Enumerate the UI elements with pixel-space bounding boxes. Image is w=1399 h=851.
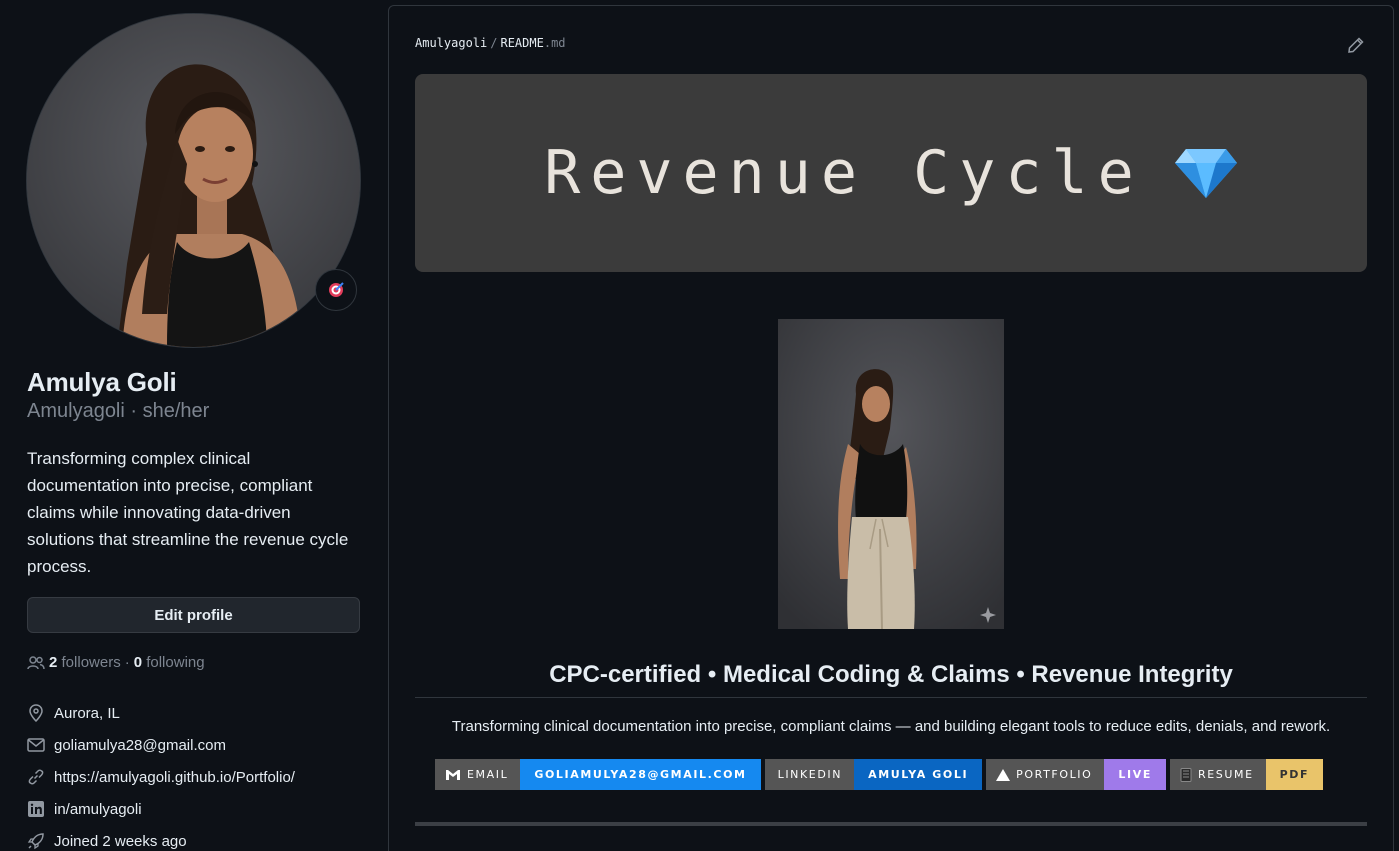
- target-emoji-icon: [329, 282, 344, 297]
- gem-icon: [1174, 149, 1237, 198]
- email-item[interactable]: goliamulya28@gmail.com: [27, 729, 295, 761]
- section-divider: [415, 822, 1367, 826]
- readme-file-ext: .md: [543, 36, 566, 50]
- email-badge-label-part: EMAIL: [435, 759, 521, 790]
- followers-label: followers: [61, 654, 121, 671]
- portfolio-badge[interactable]: PORTFOLIO LIVE: [986, 759, 1166, 790]
- people-icon: [27, 655, 45, 669]
- followers-link[interactable]: 2 followers: [49, 654, 121, 671]
- readme-breadcrumb: Amulyagoli / README.md: [415, 36, 566, 50]
- readme-portrait-image: [778, 319, 1004, 629]
- resume-badge[interactable]: RESUME PDF: [1169, 759, 1324, 790]
- readme-owner-link[interactable]: Amulyagoli: [415, 36, 487, 50]
- breadcrumb-separator: /: [490, 36, 498, 50]
- followers-count: 2: [49, 654, 58, 671]
- edit-readme-button[interactable]: [1347, 36, 1367, 56]
- mail-icon: [27, 736, 45, 754]
- rocket-icon: [27, 832, 45, 850]
- readme-subtagline: Transforming clinical documentation into…: [451, 718, 1331, 735]
- profile-name: Amulya Goli: [27, 367, 177, 397]
- location-pin-icon: [27, 704, 45, 722]
- following-label: following: [146, 654, 205, 671]
- badge-row: EMAIL GOLIAMULYA28@GMAIL.COM LINKEDIN AM…: [435, 759, 1324, 790]
- status-button[interactable]: [315, 269, 357, 311]
- location-text: Aurora, IL: [54, 704, 120, 722]
- location-item: Aurora, IL: [27, 697, 295, 729]
- joined-text: Joined 2 weeks ago: [54, 832, 187, 850]
- readme-icon: [1180, 767, 1192, 782]
- avatar-container: [26, 13, 361, 348]
- avatar-portrait: [27, 14, 360, 347]
- linkedin-link[interactable]: in/amulyagoli: [54, 801, 142, 818]
- profile-handle: Amulyagoli · she/her: [27, 400, 210, 422]
- gmail-icon: [446, 769, 460, 780]
- readme-banner: Revenue Cycle: [415, 74, 1367, 272]
- divider: [415, 697, 1367, 698]
- email-badge-label: EMAIL: [467, 768, 509, 781]
- link-icon: [27, 768, 45, 786]
- resume-badge-label-part: RESUME: [1169, 759, 1266, 790]
- email-badge[interactable]: EMAIL GOLIAMULYA28@GMAIL.COM: [435, 759, 761, 790]
- following-count: 0: [133, 654, 143, 671]
- linkedin-item[interactable]: in/amulyagoli: [27, 793, 295, 825]
- edit-profile-button[interactable]: Edit profile: [27, 597, 360, 633]
- resume-badge-value: PDF: [1265, 759, 1324, 790]
- resume-badge-label: RESUME: [1197, 768, 1254, 781]
- portrait-figure: [778, 319, 1004, 629]
- portfolio-badge-value: LIVE: [1104, 759, 1166, 790]
- profile-bio: Transforming complex clinical documentat…: [27, 449, 349, 576]
- email-link[interactable]: goliamulya28@gmail.com: [54, 737, 226, 754]
- email-badge-value: GOLIAMULYA28@GMAIL.COM: [520, 759, 761, 790]
- linkedin-icon: [27, 800, 45, 818]
- readme-tagline: CPC-certified • Medical Coding & Claims …: [549, 661, 1233, 688]
- website-item[interactable]: https://amulyagoli.github.io/Portfolio/: [27, 761, 295, 793]
- website-link[interactable]: https://amulyagoli.github.io/Portfolio/: [54, 769, 295, 786]
- readme-file-name[interactable]: README: [500, 36, 543, 50]
- portfolio-badge-label: PORTFOLIO: [1016, 768, 1093, 781]
- readme-panel: Amulyagoli / README.md Revenue Cycle CPC…: [388, 5, 1394, 851]
- follow-separator: ·: [124, 654, 130, 671]
- portfolio-badge-label-part: PORTFOLIO: [986, 759, 1105, 790]
- banner-title: Revenue Cycle: [544, 138, 1144, 208]
- linkedin-badge-label-part: LINKEDIN: [764, 759, 855, 790]
- joined-item: Joined 2 weeks ago: [27, 825, 295, 851]
- vercel-icon: [996, 768, 1011, 781]
- linkedin-badge[interactable]: LINKEDIN AMULYA GOLI: [764, 759, 983, 790]
- follow-stats: 2 followers · 0 following: [27, 654, 205, 671]
- linkedin-badge-label: LINKEDIN: [777, 768, 843, 781]
- linkedin-badge-value: AMULYA GOLI: [854, 759, 983, 790]
- profile-details-list: Aurora, IL goliamulya28@gmail.com https:…: [27, 697, 295, 851]
- pencil-icon: [1348, 37, 1364, 53]
- profile-sidebar: Amulya Goli Amulyagoli · she/her Transfo…: [0, 0, 388, 851]
- avatar[interactable]: [26, 13, 361, 348]
- following-link[interactable]: 0 following: [134, 654, 205, 671]
